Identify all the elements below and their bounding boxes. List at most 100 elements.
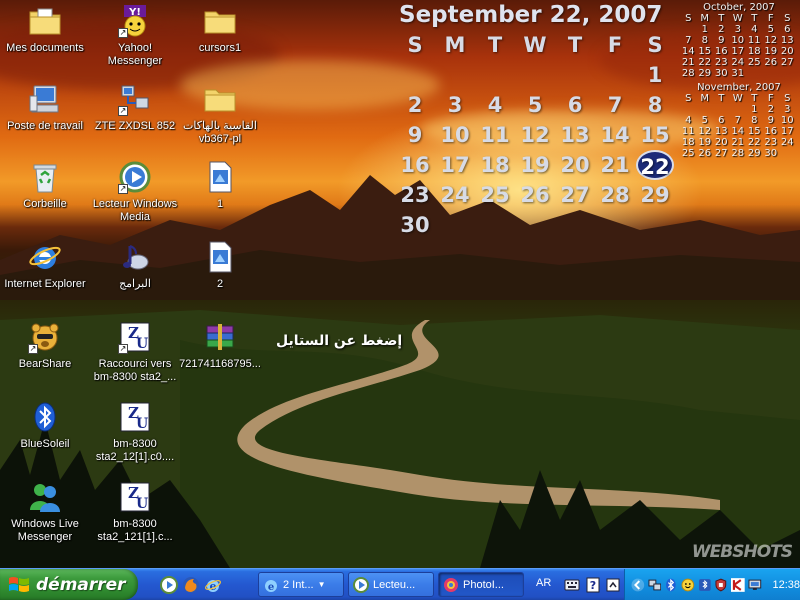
computer-icon bbox=[28, 82, 62, 116]
chevron-left-icon[interactable] bbox=[631, 578, 645, 592]
media-player-icon: ↗ bbox=[118, 160, 152, 194]
security-shield-icon[interactable] bbox=[714, 578, 728, 592]
mini-calendar-weekday: M bbox=[700, 93, 710, 104]
calendar-day: 19 bbox=[520, 153, 550, 177]
svg-text:?: ? bbox=[590, 579, 596, 592]
desktop-icon-bm8300-121[interactable]: ZU bm-8300 sta2_121[1].c... bbox=[90, 480, 180, 544]
zu-document-icon: ZU bbox=[118, 400, 152, 434]
calendar-day-today: 22 bbox=[636, 150, 674, 180]
desktop-icon-yahoo-messenger[interactable]: Y! ↗ Yahoo! Messenger bbox=[90, 4, 180, 68]
media-player-icon bbox=[160, 576, 178, 594]
recycle-bin-icon bbox=[28, 160, 62, 194]
mini-calendar-weekday: W bbox=[732, 13, 743, 24]
desktop-icon-folder-vb367[interactable]: القاسية بالهاكات vb367-pl bbox=[175, 82, 265, 146]
calendar-day: 24 bbox=[440, 183, 470, 207]
html-file-icon bbox=[203, 160, 237, 194]
calendar-month-title: September 22, 2007 bbox=[399, 2, 663, 28]
mini-calendar-grid: S M T W T F S 1 2 3 4 5 6 7 8 9 10 11 12 13 14 15 16 17 18 19 20 21… bbox=[680, 13, 798, 79]
quicklaunch-firefox[interactable] bbox=[182, 576, 200, 594]
calendar-day bbox=[515, 210, 555, 240]
calendar-day bbox=[555, 60, 595, 90]
mini-calendar-day: 4 bbox=[685, 115, 692, 126]
mini-calendar-day: 11 bbox=[747, 35, 761, 46]
desktop-icon-bm8300-12[interactable]: ZU bm-8300 sta2_12[1].c0.... bbox=[90, 400, 180, 464]
keyboard-icon[interactable] bbox=[564, 578, 580, 592]
mini-calendar-day: 31 bbox=[731, 68, 745, 79]
task-button-media-player[interactable]: Lecteu... bbox=[348, 572, 434, 597]
mini-calendar-day: 15 bbox=[698, 46, 712, 57]
desktop-icon-corbeille[interactable]: Corbeille bbox=[0, 160, 90, 211]
mini-calendar-day: 26 bbox=[764, 57, 778, 68]
mini-calendar-day: 30 bbox=[714, 68, 728, 79]
mini-calendar-weekday: T bbox=[751, 93, 758, 104]
task-button-photoimpact[interactable]: PhotoI... bbox=[438, 572, 524, 597]
mini-calendar-day bbox=[713, 104, 730, 115]
desktop-icon-lecteur-windows-media[interactable]: ↗ Lecteur Windows Media bbox=[90, 160, 180, 224]
mini-calendar-day bbox=[730, 104, 747, 115]
desktop-icon-bearshare[interactable]: ↗ BearShare bbox=[0, 320, 90, 371]
start-button[interactable]: démarrer bbox=[0, 569, 138, 600]
clock[interactable]: 12:38 bbox=[773, 579, 800, 591]
mini-calendar-day: 4 bbox=[751, 24, 758, 35]
desktop-icon-internet-explorer[interactable]: Internet Explorer bbox=[0, 240, 90, 291]
mini-calendar-day bbox=[680, 104, 697, 115]
mini-calendar-day bbox=[697, 104, 714, 115]
desktop-icon-raccourci-bm8300[interactable]: ZU ↗ Raccourci vers bm-8300 sta2_... bbox=[90, 320, 180, 384]
desktop-icon-archive[interactable]: 721741168795... bbox=[175, 320, 265, 371]
calendar-weekday: T bbox=[487, 33, 503, 57]
bluetooth-icon[interactable] bbox=[664, 578, 678, 592]
calendar-day bbox=[595, 210, 635, 240]
task-button-internet-explorer-group[interactable]: e 2 Int... ▼ bbox=[258, 572, 344, 597]
calendar-day: 1 bbox=[647, 63, 663, 87]
mini-calendar-day: 23 bbox=[714, 57, 728, 68]
chevron-down-icon: ▼ bbox=[317, 580, 326, 589]
desktop-icon-poste-de-travail[interactable]: Poste de travail bbox=[0, 82, 90, 133]
desktop-icon-file-2[interactable]: 2 bbox=[175, 240, 265, 291]
desktop-icon-zte-zxdsl[interactable]: ↗ ZTE ZXDSL 852 bbox=[90, 82, 180, 133]
mini-calendar-day: 10 bbox=[731, 35, 745, 46]
desktop-icon-windows-live-messenger[interactable]: Windows Live Messenger bbox=[0, 480, 90, 544]
kaspersky-icon[interactable] bbox=[731, 577, 745, 592]
music-note-icon bbox=[118, 240, 152, 274]
zu-document-icon: ZU ↗ bbox=[118, 320, 152, 354]
mini-calendar-weekday: S bbox=[784, 13, 791, 24]
calendar-day: 9 bbox=[407, 123, 423, 147]
desktop-icon-programs-arabic[interactable]: البرامج bbox=[90, 240, 180, 291]
mini-calendar-day: 19 bbox=[698, 137, 712, 148]
bluetooth-service-icon[interactable] bbox=[698, 578, 712, 592]
mini-calendar-day bbox=[680, 24, 697, 35]
mini-calendar-october: October, 2007 S M T W T F S 1 2 3 4 5 6 7 8 9 10 11 12 13 14… bbox=[680, 2, 798, 79]
mini-calendar-grid: S M T W T F S 1 2 3 4 5 6 7 8 9 10 11 12 13 14 15 16 17 18 19 20 21… bbox=[680, 93, 798, 159]
calendar-day bbox=[475, 60, 515, 90]
calendar-day: 2 bbox=[407, 93, 423, 117]
quicklaunch-internet-explorer[interactable]: e bbox=[204, 576, 222, 594]
monitor-icon[interactable] bbox=[748, 578, 762, 592]
calendar-day: 12 bbox=[520, 123, 550, 147]
help-icon[interactable]: ? bbox=[586, 577, 600, 593]
mini-calendar-day: 3 bbox=[784, 104, 791, 115]
mini-calendar-day: 29 bbox=[747, 148, 761, 159]
desktop-icon-bluesoleil[interactable]: BlueSoleil bbox=[0, 400, 90, 451]
mini-calendar-day: 6 bbox=[718, 115, 725, 126]
calendar-day: 27 bbox=[560, 183, 590, 207]
network-icon[interactable] bbox=[648, 578, 662, 592]
task-label: Lecteu... bbox=[373, 578, 416, 591]
mini-calendar-day: 7 bbox=[734, 115, 741, 126]
mini-calendar-weekday: T bbox=[718, 93, 725, 104]
mini-calendar-title: November, 2007 bbox=[697, 82, 781, 93]
options-icon[interactable] bbox=[606, 578, 620, 592]
calendar-day bbox=[475, 210, 515, 240]
mini-calendar-day: 27 bbox=[780, 57, 794, 68]
language-indicator[interactable]: AR bbox=[536, 577, 551, 589]
desktop-icon-cursors1[interactable]: cursors1 bbox=[175, 4, 265, 55]
mini-calendar-day bbox=[779, 68, 796, 79]
mini-calendar-day: 21 bbox=[731, 137, 745, 148]
desktop-icon-file-1[interactable]: 1 bbox=[175, 160, 265, 211]
desktop-icon-mes-documents[interactable]: Mes documents bbox=[0, 4, 90, 55]
yahoo-smiley-icon[interactable] bbox=[681, 578, 695, 592]
mini-calendar-day: 1 bbox=[701, 24, 708, 35]
calendar-day: 11 bbox=[480, 123, 510, 147]
mini-calendar-day: 22 bbox=[698, 57, 712, 68]
shortcut-arrow-icon: ↗ bbox=[118, 184, 128, 194]
quicklaunch-media-player[interactable] bbox=[160, 576, 178, 594]
